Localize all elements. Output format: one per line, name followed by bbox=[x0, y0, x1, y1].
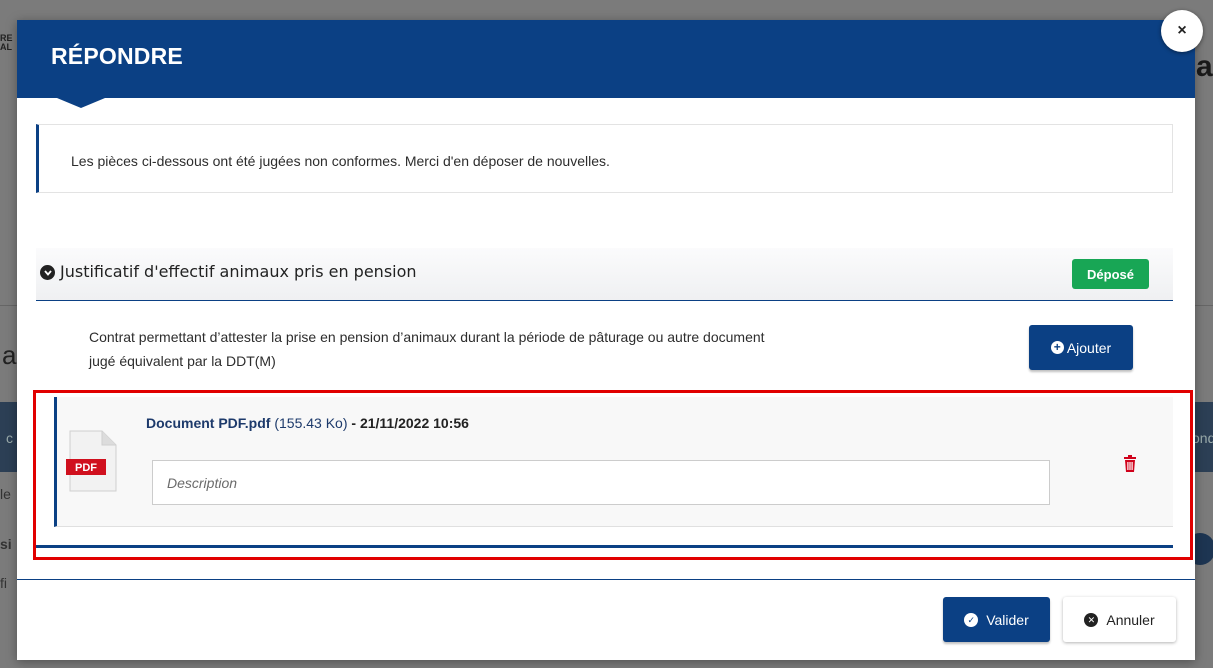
pdf-icon-label: PDF bbox=[75, 462, 97, 474]
add-file-button-label: Ajouter bbox=[1066, 339, 1112, 356]
background-row-fragment: le bbox=[0, 486, 11, 502]
modal-header: RÉPONDRE bbox=[17, 20, 1195, 98]
check-circle-icon: ✓ bbox=[964, 612, 979, 627]
section-bottom-border bbox=[36, 545, 1173, 548]
document-description: Contrat permettant d’attester la prise e… bbox=[89, 329, 765, 369]
trash-icon[interactable] bbox=[1123, 455, 1137, 473]
chevron-down-circle-icon bbox=[40, 265, 55, 280]
document-section-header[interactable]: Justificatif d'effectif animaux pris en … bbox=[36, 248, 1173, 301]
background-row-fragment: fi bbox=[0, 575, 7, 591]
modal-header-notch bbox=[57, 98, 105, 108]
respond-modal: RÉPONDRE Les pièces ci-dessous ont été j… bbox=[17, 20, 1195, 660]
modal-title: RÉPONDRE bbox=[51, 43, 183, 69]
validate-button[interactable]: ✓ Valider bbox=[943, 597, 1050, 642]
status-badge: Déposé bbox=[1072, 259, 1149, 289]
document-section-title: Justificatif d'effectif animaux pris en … bbox=[60, 262, 417, 281]
close-icon[interactable]: × bbox=[1161, 10, 1203, 52]
uploaded-file-card: PDF Document PDF.pdf (155.43 Ko) - 21/11… bbox=[54, 397, 1173, 527]
background-row-fragment: si bbox=[0, 536, 12, 552]
footer-divider bbox=[17, 579, 1195, 580]
info-alert: Les pièces ci-dessous ont été jugées non… bbox=[36, 124, 1173, 193]
cancel-button-label: Annuler bbox=[1106, 611, 1155, 628]
background-band-right-fragment: ond bbox=[1192, 430, 1213, 446]
pdf-file-icon: PDF bbox=[66, 430, 117, 492]
background-band-left-fragment: c bbox=[6, 430, 13, 446]
times-circle-icon: ✕ bbox=[1084, 612, 1099, 627]
validate-button-label: Valider bbox=[986, 611, 1029, 628]
description-input[interactable] bbox=[152, 460, 1050, 505]
file-name-link[interactable]: Document PDF.pdf bbox=[146, 415, 270, 431]
cancel-button[interactable]: ✕ Annuler bbox=[1063, 597, 1176, 642]
info-alert-text: Les pièces ci-dessous ont été jugées non… bbox=[71, 153, 610, 169]
file-date: - 21/11/2022 10:56 bbox=[351, 415, 469, 431]
file-title: Document PDF.pdf (155.43 Ko) - 21/11/202… bbox=[146, 415, 469, 431]
add-file-button[interactable]: + Ajouter bbox=[1029, 325, 1133, 370]
background-title-fragment: ac bbox=[1196, 50, 1213, 83]
background-logo-fragment: RE AL bbox=[0, 33, 13, 52]
file-size: (155.43 Ko) bbox=[274, 415, 348, 431]
plus-circle-icon: + bbox=[1050, 341, 1064, 354]
background-heading-fragment: a bbox=[2, 340, 17, 370]
